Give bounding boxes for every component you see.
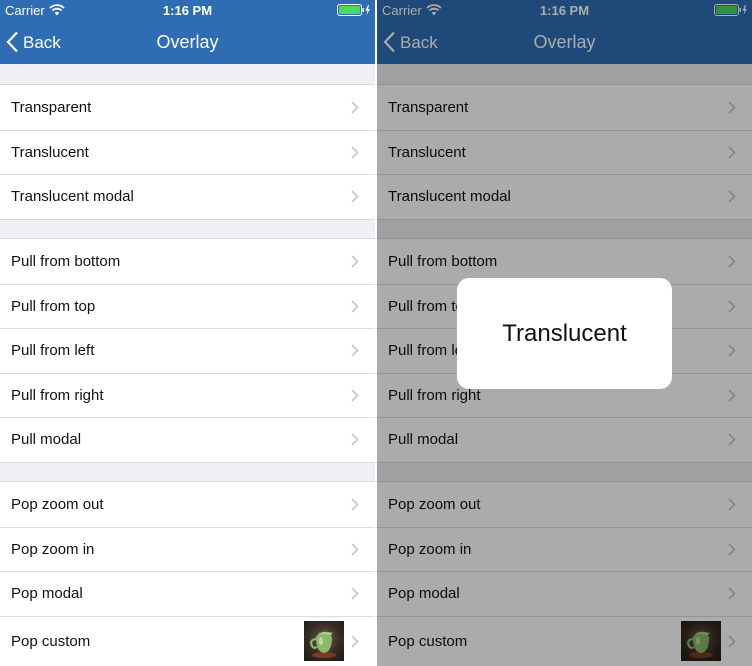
list-item-label: Translucent [11,143,89,161]
jug-thumbnail [304,620,344,661]
list-item-label: Transparent [11,99,92,116]
overlay-popup-text: Translucent [502,320,627,347]
chevron-right-icon [351,299,359,313]
status-bar: Carrier 1:16 PM [0,0,375,20]
list-item-pull-from-left[interactable]: Pull from left [0,328,375,373]
chevron-right-icon [351,498,359,511]
navigation-bar: Back Overlay [0,20,375,64]
list-item-translucent-modal[interactable]: Translucent modal [0,174,375,219]
list-item-transparent[interactable]: Transparent [0,85,375,130]
battery-charging-icon [337,4,370,16]
list-item-label: Pull modal [11,431,82,448]
list-item-label: Pull from right [11,386,104,404]
list-item-pop-custom[interactable]: Pop custom [0,615,375,666]
list-item-label: Pop zoom out [11,496,104,513]
overlay-popup[interactable]: Translucent [457,278,672,389]
chevron-right-icon [351,542,359,556]
list-item-pull-modal[interactable]: Pull modal [0,417,375,462]
chevron-right-icon [351,190,359,203]
chevron-right-icon [351,344,359,357]
list-item-label: Pop custom [11,632,91,650]
section-pull: Pull from bottom Pull from top Pull from… [0,238,375,463]
chevron-right-icon [351,634,359,648]
list-item-pop-zoom-out[interactable]: Pop zoom out [0,482,375,527]
chevron-right-icon [351,587,359,600]
translucent-overlay[interactable]: Translucent [377,0,752,666]
table-view[interactable]: Transparent Translucent Translucent moda… [0,64,375,666]
chevron-right-icon [351,145,359,159]
list-item-pull-from-bottom[interactable]: Pull from bottom [0,239,375,284]
section-overlay: Transparent Translucent Translucent moda… [0,84,375,220]
section-pop: Pop zoom out Pop zoom in Pop modal Pop c… [0,481,375,666]
list-item-label: Pop modal [11,585,83,602]
list-item-translucent[interactable]: Translucent [0,129,375,175]
screen-before: Carrier 1:16 PM Back Overlay Transparent [0,0,375,666]
list-item-pull-from-top[interactable]: Pull from top [0,283,375,329]
page-title: Overlay [156,32,219,52]
chevron-right-icon [351,101,359,114]
list-item-pop-modal[interactable]: Pop modal [0,571,375,616]
list-item-label: Pull from left [11,342,95,359]
chevron-right-icon [351,433,359,446]
chevron-right-icon [351,388,359,402]
clock: 1:16 PM [162,3,213,18]
chevron-right-icon [351,255,359,268]
list-item-pop-zoom-in[interactable]: Pop zoom in [0,526,375,572]
list-item-label: Translucent modal [11,188,134,205]
list-item-pull-from-right[interactable]: Pull from right [0,372,375,418]
list-item-label: Pull from top [11,297,96,315]
list-item-label: Pop zoom in [11,540,95,558]
list-item-label: Pull from bottom [11,253,121,270]
screen-after: Carrier 1:16 PM Back Overlay Transparent [377,0,752,666]
